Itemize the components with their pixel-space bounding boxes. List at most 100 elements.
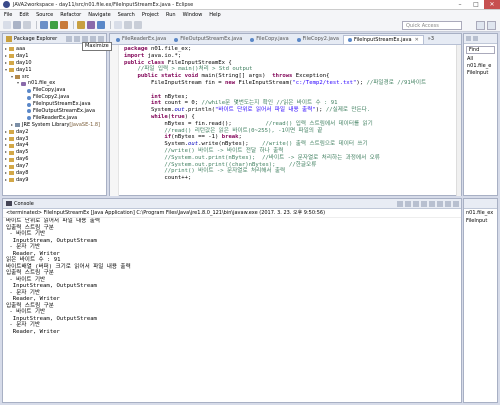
new-java-project-icon[interactable]: [77, 21, 85, 29]
minimize-view-icon[interactable]: [90, 35, 96, 42]
editor-tab[interactable]: FileCopy2.java: [293, 35, 343, 44]
tree-item[interactable]: ▸ day7: [3, 163, 106, 170]
tree-item[interactable]: ▾ src: [3, 74, 106, 81]
maximize-view-icon[interactable]: [98, 35, 104, 42]
editor-scrollbar[interactable]: [456, 45, 461, 196]
scroll-lock-icon[interactable]: [421, 200, 427, 207]
code-line[interactable]: //파일 입력 > main()처리 > Std output: [124, 66, 461, 73]
new-class-icon[interactable]: [97, 21, 105, 29]
task-list-icon[interactable]: [473, 36, 478, 41]
tree-item[interactable]: FileOutputStreamEx.java: [3, 108, 106, 115]
tree-item[interactable]: ▾ n01.file_ex: [3, 80, 106, 87]
console-line: Reader, Writer: [6, 328, 60, 335]
java-perspective-icon[interactable]: [487, 21, 496, 30]
collapse-all-icon[interactable]: [66, 35, 72, 42]
code-line[interactable]: import java.io.*;: [124, 53, 461, 60]
outline-filter[interactable]: All: [464, 56, 497, 63]
menu-item-navigate[interactable]: Navigate: [88, 12, 110, 18]
code-line[interactable]: package n01.file_ex;: [124, 46, 461, 53]
close-tab-icon[interactable]: ✕: [415, 36, 419, 45]
remove-launch-icon[interactable]: [405, 200, 411, 207]
debug-icon[interactable]: [40, 21, 48, 29]
source-lines[interactable]: package n01.file_ex; import java.io.*; pub…: [119, 45, 461, 196]
code-line[interactable]: nBytes = fin.read(); //read() 입력 스트림에서 데…: [124, 121, 461, 128]
editor-tab[interactable]: FileReaderEx.java: [112, 35, 170, 44]
package-explorer-title[interactable]: Package Explorer: [14, 36, 57, 42]
tree-item[interactable]: ▸ day9: [3, 177, 106, 184]
code-line[interactable]: //System.out.print(nBytes); //바이트 -> 문자열…: [124, 155, 461, 162]
forward-icon[interactable]: [134, 21, 142, 29]
code-line[interactable]: //read() 리턴값은 읽은 바이트(0~255), -1이면 파일의 끝: [124, 128, 461, 135]
tree-item[interactable]: ▾ day11: [3, 67, 106, 74]
run-icon[interactable]: [50, 21, 58, 29]
code-line[interactable]: public static void main(String[] args) t…: [124, 73, 461, 80]
close-button[interactable]: ✕: [484, 0, 500, 9]
menu-item-source[interactable]: Source: [36, 12, 53, 18]
tree-item[interactable]: ▸ day2: [3, 129, 106, 136]
code-line[interactable]: System.out.println("바이트 단위로 읽어서 파일 내용 출력…: [124, 107, 461, 114]
java-file-icon: [27, 109, 31, 114]
maximize-view-icon[interactable]: [453, 200, 459, 207]
code-line[interactable]: while(true) {: [124, 114, 461, 121]
right-panel-item[interactable]: n01.file_ex: [464, 209, 497, 217]
code-line[interactable]: count++;: [124, 175, 461, 182]
tree-item[interactable]: FileInputStreamEx.java: [3, 101, 106, 108]
tree-item[interactable]: ▸ JRE System Library [JavaSE-1.8]: [3, 122, 106, 129]
tree-item[interactable]: ▸ day8: [3, 170, 106, 177]
outline-item[interactable]: FileInput: [464, 70, 497, 77]
save-icon[interactable]: [13, 21, 21, 29]
new-package-icon[interactable]: [87, 21, 95, 29]
menu-item-run[interactable]: Run: [166, 12, 176, 18]
code-line[interactable]: [124, 87, 461, 94]
new-icon[interactable]: [3, 21, 11, 29]
tree-item[interactable]: ▸ day10: [3, 60, 106, 67]
right-panel-item[interactable]: FileInput: [464, 217, 497, 225]
outline-item[interactable]: n01.file_e: [464, 63, 497, 70]
code-line[interactable]: System.out.write(nBytes); //write() 출력 스…: [124, 141, 461, 148]
menu-item-search[interactable]: Search: [118, 12, 135, 18]
print-icon[interactable]: [23, 21, 31, 29]
clear-console-icon[interactable]: [413, 200, 419, 207]
console-title[interactable]: Console: [14, 201, 34, 207]
find-input[interactable]: Find: [466, 46, 495, 54]
maximize-button[interactable]: □: [468, 0, 484, 9]
tab-overflow-button[interactable]: »3: [424, 35, 438, 44]
tree-item[interactable]: ▸ day5: [3, 149, 106, 156]
editor-tab[interactable]: FileOutputStreamEx.java: [170, 35, 246, 44]
tree-item[interactable]: FileCopy.java: [3, 87, 106, 94]
right-panel-header: [464, 199, 497, 209]
view-menu-icon[interactable]: [82, 35, 88, 42]
tree-item-label: n01.file_ex: [28, 80, 56, 87]
link-with-editor-icon[interactable]: [74, 35, 80, 42]
terminate-icon[interactable]: [397, 200, 403, 207]
tree-item[interactable]: ▸ day3: [3, 136, 106, 143]
code-line[interactable]: //print() 바이트 -> 문자열로 처리해서 출력: [124, 168, 461, 175]
open-perspective-icon[interactable]: [476, 21, 485, 30]
menu-item-window[interactable]: Window: [183, 12, 203, 18]
menu-item-project[interactable]: Project: [142, 12, 159, 18]
console-output[interactable]: 바이트 단위로 읽어서 파일 내용 출력 입출력 스트림 구분 - 바이트 기반 …: [3, 218, 461, 402]
quick-access-input[interactable]: Quick Access: [402, 21, 462, 30]
tree-item-label: day1: [16, 52, 29, 59]
editor-tab[interactable]: FileCopy.java: [246, 35, 292, 44]
tree-item[interactable]: FileCopy2.java: [3, 94, 106, 101]
minimize-view-icon[interactable]: [445, 200, 451, 207]
tree-item[interactable]: ▸ day6: [3, 156, 106, 163]
menu-item-edit[interactable]: Edit: [19, 12, 29, 18]
open-console-icon[interactable]: [437, 200, 443, 207]
editor-tab[interactable]: FileInputStreamEx.java ✕: [342, 35, 424, 45]
minimize-button[interactable]: –: [452, 0, 468, 9]
back-icon[interactable]: [124, 21, 132, 29]
menu-item-file[interactable]: File: [4, 12, 12, 18]
tree-item[interactable]: ▸ day1: [3, 53, 106, 60]
tree-item[interactable]: ▸ day4: [3, 142, 106, 149]
code-area[interactable]: package n01.file_ex; import java.io.*; pub…: [110, 45, 461, 196]
tree-item[interactable]: FileReaderEx.java: [3, 115, 106, 122]
external-tools-icon[interactable]: [60, 21, 68, 29]
menu-item-help[interactable]: Help: [209, 12, 220, 18]
pin-console-icon[interactable]: [429, 200, 435, 207]
search-icon[interactable]: [114, 21, 122, 29]
code-line[interactable]: FileInputStream fin = new FileInputStrea…: [124, 80, 461, 87]
menu-item-refactor[interactable]: Refactor: [60, 12, 81, 18]
code-line[interactable]: //write() 바이트 -> 바이트 전달 하나 출력: [124, 148, 461, 155]
